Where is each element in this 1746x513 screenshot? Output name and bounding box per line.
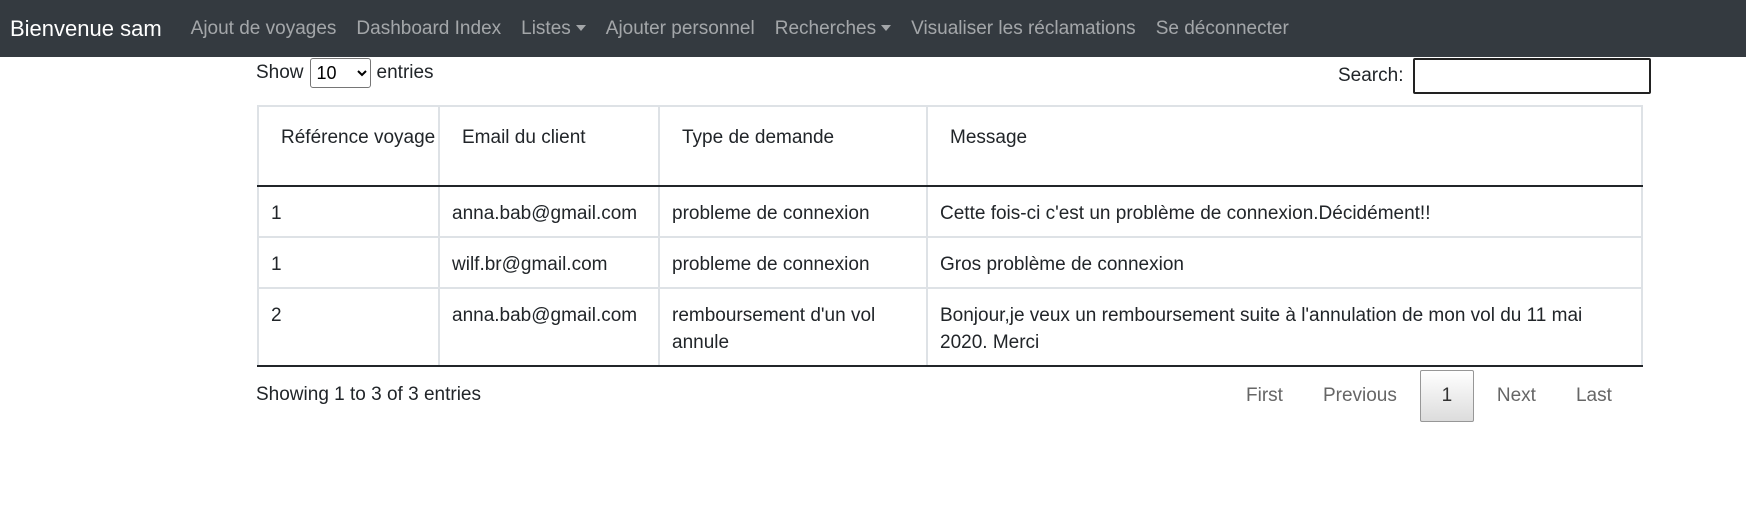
table-row: 2 anna.bab@gmail.com remboursement d'un … (257, 287, 1643, 367)
cell-reference: 2 (257, 287, 440, 367)
nav-link-label: Recherches (774, 17, 877, 39)
cell-message: Gros problème de connexion (926, 236, 1643, 289)
cell-message: Bonjour,je veux un remboursement suite à… (926, 287, 1643, 367)
column-header-message[interactable]: Message (926, 105, 1643, 187)
cell-type: remboursement d'un vol annule (658, 287, 928, 367)
caret-down-icon (575, 24, 586, 31)
header-label: Message (950, 127, 1028, 148)
nav-link-label: Se déconnecter (1155, 17, 1289, 39)
show-label: Show (256, 62, 304, 83)
pagination-previous-button[interactable]: Previous (1303, 385, 1417, 407)
nav-link-visualiser-reclamations[interactable]: Visualiser les réclamations (901, 18, 1146, 40)
column-header-email[interactable]: Email du client (438, 105, 660, 187)
nav-dropdown-listes[interactable]: Listes (511, 18, 596, 40)
entries-label: entries (376, 62, 434, 83)
pagination-last-button[interactable]: Last (1556, 385, 1632, 407)
nav-link-se-deconnecter[interactable]: Se déconnecter (1146, 18, 1299, 40)
pagination: First Previous 1 Next Last (1226, 370, 1632, 422)
column-header-type[interactable]: Type de demande (658, 105, 928, 187)
nav-link-label: Dashboard Index (356, 17, 502, 39)
search-input[interactable] (1413, 58, 1652, 94)
reclamations-table: Référence voyage Email du client Type de… (257, 105, 1643, 367)
pagination-page-1-button[interactable]: 1 (1419, 370, 1474, 422)
search-control: Search: (1338, 57, 1652, 95)
cell-email: wilf.br@gmail.com (438, 236, 660, 289)
cell-type: probleme de connexion (658, 185, 928, 238)
cell-email: anna.bab@gmail.com (438, 185, 660, 238)
column-header-reference[interactable]: Référence voyage (257, 105, 440, 187)
table-info: Showing 1 to 3 of 3 entries (256, 384, 481, 405)
nav-dropdown-recherches[interactable]: Recherches (765, 18, 901, 40)
table-header-row: Référence voyage Email du client Type de… (257, 105, 1643, 187)
header-label: Email du client (462, 127, 586, 148)
entries-length-control: Show 10 entries (256, 57, 434, 89)
nav-link-label: Listes (521, 17, 571, 39)
nav-link-label: Visualiser les réclamations (911, 17, 1136, 39)
caret-down-icon (881, 24, 892, 31)
cell-type: probleme de connexion (658, 236, 928, 289)
nav-link-ajout-voyages[interactable]: Ajout de voyages (181, 18, 347, 40)
nav-link-label: Ajout de voyages (190, 17, 337, 39)
cell-reference: 1 (257, 185, 440, 238)
search-label: Search: (1338, 65, 1404, 86)
header-label: Type de demande (682, 127, 835, 148)
cell-message: Cette fois-ci c'est un problème de conne… (926, 185, 1643, 238)
pagination-first-button[interactable]: First (1226, 385, 1303, 407)
pagination-next-button[interactable]: Next (1477, 385, 1556, 407)
cell-reference: 1 (257, 236, 440, 289)
cell-email: anna.bab@gmail.com (438, 287, 660, 367)
nav-link-dashboard-index[interactable]: Dashboard Index (346, 18, 511, 40)
table-row: 1 wilf.br@gmail.com probleme de connexio… (257, 236, 1643, 289)
table-row: 1 anna.bab@gmail.com probleme de connexi… (257, 185, 1643, 238)
nav-links: Ajout de voyages Dashboard Index Listes … (181, 18, 1299, 40)
navbar-brand[interactable]: Bienvenue sam (10, 16, 162, 42)
top-navbar: Bienvenue sam Ajout de voyages Dashboard… (0, 0, 1746, 57)
nav-link-ajouter-personnel[interactable]: Ajouter personnel (596, 18, 765, 40)
header-label: Référence voyage (281, 127, 436, 148)
nav-link-label: Ajouter personnel (605, 17, 755, 39)
entries-select[interactable]: 10 (309, 58, 371, 88)
